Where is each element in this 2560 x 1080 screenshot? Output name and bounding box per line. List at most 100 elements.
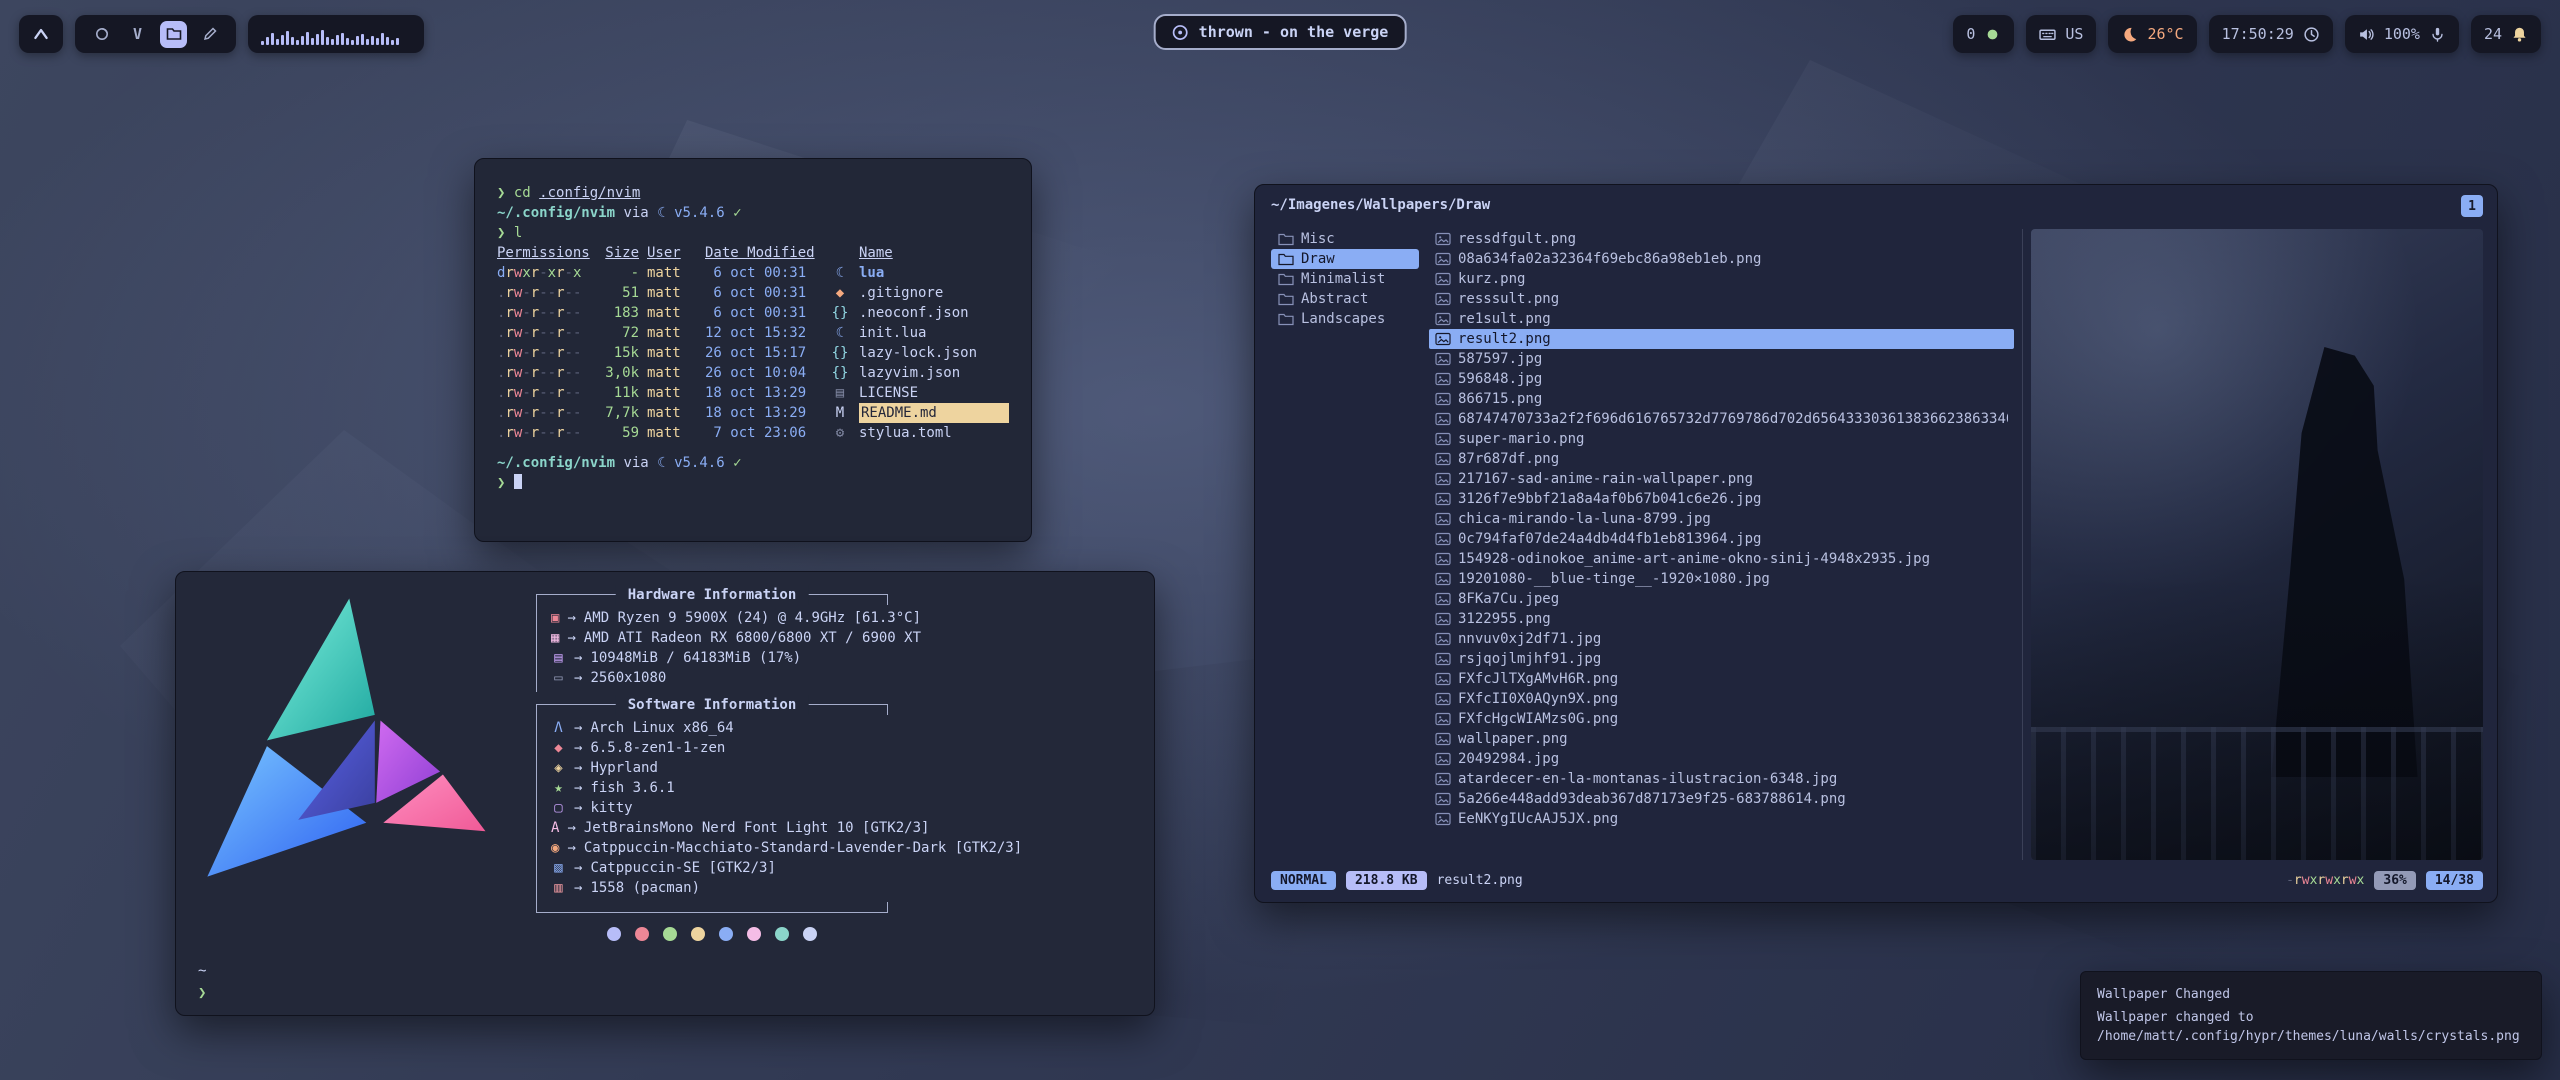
now-playing-widget[interactable]: thrown - on the verge bbox=[1154, 14, 1407, 50]
file-item[interactable]: 3126f7e9bbf21a8a4af0b67b041c6e26.jpg bbox=[1429, 489, 2014, 509]
file-item[interactable]: 3122955.png bbox=[1429, 609, 2014, 629]
launcher-button[interactable] bbox=[19, 15, 63, 53]
clock-module[interactable]: 17:50:29 bbox=[2209, 15, 2333, 53]
file-item[interactable]: ressdfgult.png bbox=[1429, 229, 2014, 249]
text-cursor bbox=[514, 474, 522, 489]
file-item[interactable]: 8FKa7Cu.jpeg bbox=[1429, 589, 2014, 609]
workspace-4-button[interactable] bbox=[196, 21, 223, 48]
sidebar-dir-minimalist[interactable]: Minimalist bbox=[1271, 269, 1419, 289]
temperature-value: 26°C bbox=[2147, 25, 2183, 43]
sidebar-dir-landscapes[interactable]: Landscapes bbox=[1271, 309, 1419, 329]
file-manager-window[interactable]: ~/Imagenes/Wallpapers/Draw 1 MiscDrawMin… bbox=[1254, 184, 2498, 903]
file-item[interactable]: 20492984.jpg bbox=[1429, 749, 2014, 769]
chevron-up-icon bbox=[32, 25, 50, 43]
folder-icon bbox=[1278, 292, 1294, 306]
file-item[interactable]: EeNKYgIUcAAJ5JX.png bbox=[1429, 809, 2014, 829]
file-item[interactable]: FXfcII0X0AQyn9X.png bbox=[1429, 689, 2014, 709]
image-file-icon bbox=[1435, 712, 1451, 726]
prompt-icon[interactable]: ❯ bbox=[198, 985, 206, 1001]
updates-module[interactable]: 0 bbox=[1953, 15, 2014, 53]
terminal-window[interactable]: ❯ cd .config/nvim ~/.config/nvim via ☾ v… bbox=[474, 158, 1032, 542]
file-item[interactable]: re1sult.png bbox=[1429, 309, 2014, 329]
preview-image bbox=[2031, 229, 2483, 860]
file-item[interactable]: result2.png bbox=[1429, 329, 2014, 349]
tab-badge: 1 bbox=[2461, 195, 2483, 217]
notification-toast[interactable]: Wallpaper Changed Wallpaper changed to /… bbox=[2080, 971, 2542, 1060]
terminal-file-row: .rw-r--r--7,7kmatt18 oct 13:29MREADME.md bbox=[497, 403, 1009, 423]
file-item[interactable]: rsjqojlmjhf91.jpg bbox=[1429, 649, 2014, 669]
image-file-icon bbox=[1435, 612, 1451, 626]
bell-icon bbox=[2511, 26, 2528, 43]
notifications-module[interactable]: 24 bbox=[2471, 15, 2541, 53]
file-item[interactable]: 19201080-__blue-tinge__-1920×1080.jpg bbox=[1429, 569, 2014, 589]
image-file-icon bbox=[1435, 332, 1451, 346]
fetch-box-bottom bbox=[536, 902, 888, 913]
image-file-icon bbox=[1435, 592, 1451, 606]
image-file-icon bbox=[1435, 432, 1451, 446]
arrow-icon: → bbox=[574, 738, 582, 758]
memory-icon: ▤ bbox=[551, 648, 566, 668]
music-disc-icon bbox=[1172, 24, 1189, 41]
image-file-icon bbox=[1435, 692, 1451, 706]
file-item[interactable]: FXfcHgcWIAMzs0G.png bbox=[1429, 709, 2014, 729]
file-item[interactable]: 596848.jpg bbox=[1429, 369, 2014, 389]
file-item[interactable]: super-mario.png bbox=[1429, 429, 2014, 449]
file-item[interactable]: FXfcJlTXgAMvH6R.png bbox=[1429, 669, 2014, 689]
arrow-icon: → bbox=[567, 608, 575, 628]
terminal-file-row: .rw-r--r--59matt 7 oct 23:06⚙stylua.toml bbox=[497, 423, 1009, 443]
sidebar-dir-abstract[interactable]: Abstract bbox=[1271, 289, 1419, 309]
file-item[interactable]: chica-mirando-la-luna-8799.jpg bbox=[1429, 509, 2014, 529]
image-file-icon bbox=[1435, 572, 1451, 586]
file-item[interactable]: 5a266e448add93deab367d87173e9f25-6837886… bbox=[1429, 789, 2014, 809]
fetch-terminal-window[interactable]: Hardware Information ▣→AMD Ryzen 9 5900X… bbox=[175, 571, 1155, 1016]
file-size-badge: 218.8 KB bbox=[1346, 871, 1427, 890]
file-item[interactable]: atardecer-en-la-montanas-ilustracion-634… bbox=[1429, 769, 2014, 789]
icons-icon: ▧ bbox=[551, 858, 566, 878]
terminal-file-row: .rw-r--r--183matt 6 oct 00:31{}.neoconf.… bbox=[497, 303, 1009, 323]
fetch-row-memory: ▤→10948MiB / 64183MiB (17%) bbox=[551, 648, 888, 668]
file-item[interactable]: 08a634fa02a32364f69ebc86a98eb1eb.png bbox=[1429, 249, 2014, 269]
image-file-icon bbox=[1435, 352, 1451, 366]
file-item[interactable]: 68747470733a2f2f696d616765732d7769786d70… bbox=[1429, 409, 2014, 429]
workspace-2-button[interactable]: V bbox=[124, 21, 151, 48]
workspace-1-button[interactable] bbox=[88, 21, 115, 48]
arrow-icon: → bbox=[574, 718, 582, 738]
fm-file-list: ressdfgult.png08a634fa02a32364f69ebc86a9… bbox=[1429, 229, 2014, 860]
braces-icon: {} bbox=[829, 363, 851, 383]
sidebar-dir-misc[interactable]: Misc bbox=[1271, 229, 1419, 249]
volume-module[interactable]: 100% bbox=[2345, 15, 2459, 53]
keyboard-icon bbox=[2039, 26, 2056, 43]
arrow-icon: → bbox=[574, 758, 582, 778]
workspace-3-button[interactable] bbox=[160, 21, 187, 48]
image-file-icon bbox=[1435, 252, 1451, 266]
image-file-icon bbox=[1435, 452, 1451, 466]
image-file-icon bbox=[1435, 632, 1451, 646]
display-icon: ▭ bbox=[551, 668, 566, 688]
terminal-input-line[interactable]: ❯ bbox=[497, 473, 1009, 493]
file-item[interactable]: wallpaper.png bbox=[1429, 729, 2014, 749]
file-item[interactable]: resssult.png bbox=[1429, 289, 2014, 309]
terminal-command-line: ❯ l bbox=[497, 223, 1009, 243]
palette-dot bbox=[691, 927, 705, 941]
keyboard-layout-module[interactable]: US bbox=[2026, 15, 2096, 53]
file-item[interactable]: 587597.jpg bbox=[1429, 349, 2014, 369]
file-item[interactable]: 0c794faf07de24a4db4d4fb1eb813964.jpg bbox=[1429, 529, 2014, 549]
weather-module[interactable]: 26°C bbox=[2108, 15, 2196, 53]
mode-badge: NORMAL bbox=[1271, 871, 1336, 890]
software-rows: Λ→Arch Linux x86_64◆→6.5.8-zen1-1-zen◈→H… bbox=[536, 715, 888, 902]
sidebar-dir-draw[interactable]: Draw bbox=[1271, 249, 1419, 269]
panel-divider bbox=[2022, 229, 2023, 860]
workspaces: V bbox=[75, 15, 236, 53]
file-item[interactable]: nnvuv0xj2df71.jpg bbox=[1429, 629, 2014, 649]
image-file-icon bbox=[1435, 792, 1451, 806]
fetch-row-display: ▭→2560x1080 bbox=[551, 668, 888, 688]
file-item[interactable]: 217167-sad-anime-rain-wallpaper.png bbox=[1429, 469, 2014, 489]
check-icon: ✓ bbox=[733, 455, 741, 471]
fm-status-bar: NORMAL 218.8 KB result2.png -rwxrwxrwx 3… bbox=[1271, 868, 2483, 892]
file-item[interactable]: 154928-odinokoe_anime-art-anime-okno-sin… bbox=[1429, 549, 2014, 569]
shell-prompt-line: ~/.config/nvim via ☾ v5.4.6 ✓ bbox=[497, 203, 1009, 223]
image-file-icon bbox=[1435, 232, 1451, 246]
file-item[interactable]: 87r687df.png bbox=[1429, 449, 2014, 469]
file-item[interactable]: kurz.png bbox=[1429, 269, 2014, 289]
file-item[interactable]: 866715.png bbox=[1429, 389, 2014, 409]
